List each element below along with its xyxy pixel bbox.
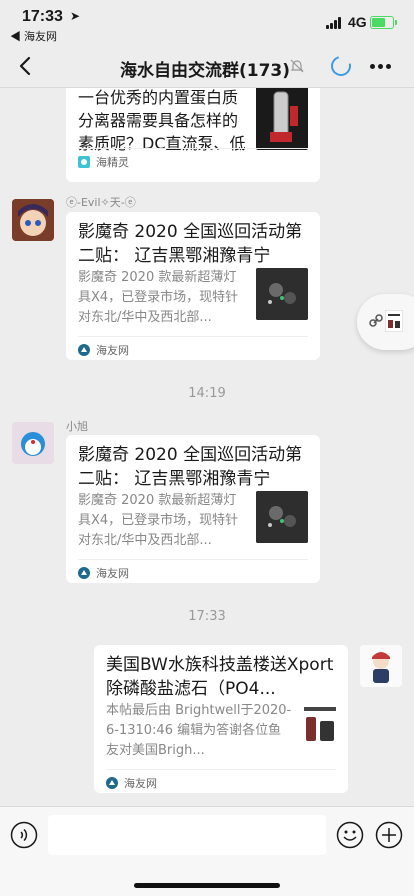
chat-title: 海水自由交流群(173) [119,61,291,81]
battery-icon [370,16,397,29]
source-label: 海精灵 [96,156,129,169]
back-to-app-link[interactable]: ◀ 海友网 [10,28,57,44]
link-icon [369,314,383,327]
home-indicator[interactable] [134,883,280,888]
app-source-icon [78,344,90,356]
nav-bar: 海水自由交流群(173) [0,44,414,88]
app-source-icon [106,777,118,789]
card-source: 海精灵 [78,154,129,170]
chat-area[interactable]: 一台优秀的内置蛋白质分离器需要具备怎样的素质呢？DC直流泵、低电压... 海精灵… [0,88,414,806]
card-title: 影魔奇 2020 全国巡回活动第二贴： 辽吉黑鄂湘豫青宁 [78,445,303,489]
card-desc: 影魔奇 2020 款最新超薄灯具X4，已登录市场，现特针对东北/华中及西北部..… [78,493,239,548]
card-title: 美国BW水族科技盖楼送Xport除磷酸盐滤石（PO4... [106,655,334,699]
avatar[interactable] [12,199,54,241]
mute-bell-icon [290,59,304,73]
more-icon[interactable] [370,64,392,70]
card-source: 海友网 [78,565,129,581]
card-divider [106,769,336,770]
avatar[interactable] [12,422,54,464]
app-source-icon [78,156,90,168]
back-arrow-icon[interactable] [14,54,38,78]
source-label: 海友网 [124,777,157,790]
app-source-icon [78,567,90,579]
timestamp: 14:19 [188,386,226,401]
location-arrow-icon: ➤ [70,9,81,23]
network-type: 4G [348,14,367,30]
emoji-icon[interactable] [336,821,364,849]
message-input[interactable] [48,815,326,855]
card-divider [78,336,308,337]
card-thumbnail [256,491,308,543]
link-card[interactable]: 影魔奇 2020 全国巡回活动第二贴： 辽吉黑鄂湘豫青宁 影魔奇 2020 款最… [66,212,320,360]
signal-icon [326,17,344,29]
status-time: 17:33 [22,8,63,25]
timestamp: 17:33 [188,609,226,624]
link-card[interactable]: 美国BW水族科技盖楼送Xport除磷酸盐滤石（PO4... 本帖最后由 Brig… [94,645,348,793]
status-bar: 17:33 ➤ ◀ 海友网 4G [0,0,414,44]
card-thumbnail [256,268,308,320]
plus-icon[interactable] [375,821,403,849]
link-card[interactable]: 影魔奇 2020 全国巡回活动第二贴： 辽吉黑鄂湘豫青宁 影魔奇 2020 款最… [66,435,320,583]
card-desc: 影魔奇 2020 款最新超薄灯具X4，已登录市场，现特针对东北/华中及西北部..… [78,270,239,325]
card-thumbnail [256,88,308,150]
card-text: 一台优秀的内置蛋白质分离器需要具备怎样的素质呢？DC直流泵、低电压... [78,88,246,153]
loading-icon [327,52,355,80]
article-thumbnail-icon [385,310,403,332]
card-thumbnail [300,701,340,753]
card-divider [78,559,308,560]
source-label: 海友网 [96,344,129,357]
card-divider [78,148,308,149]
link-card[interactable]: 一台优秀的内置蛋白质分离器需要具备怎样的素质呢？DC直流泵、低电压... 海精灵 [66,88,320,182]
card-source: 海友网 [78,342,129,358]
card-desc: 本帖最后由 Brightwell于2020-6-1310:46 编辑为答谢各位鱼… [106,703,292,758]
card-title: 影魔奇 2020 全国巡回活动第二贴： 辽吉黑鄂湘豫青宁 [78,222,303,266]
sender-name: ⓔ-Evil✧天-ⓔ [66,196,136,209]
floating-window-button[interactable] [357,294,414,350]
source-label: 海友网 [96,567,129,580]
voice-icon[interactable] [10,821,38,849]
card-source: 海友网 [106,775,157,791]
sender-name: 小旭 [66,420,88,433]
my-avatar[interactable] [360,645,402,687]
